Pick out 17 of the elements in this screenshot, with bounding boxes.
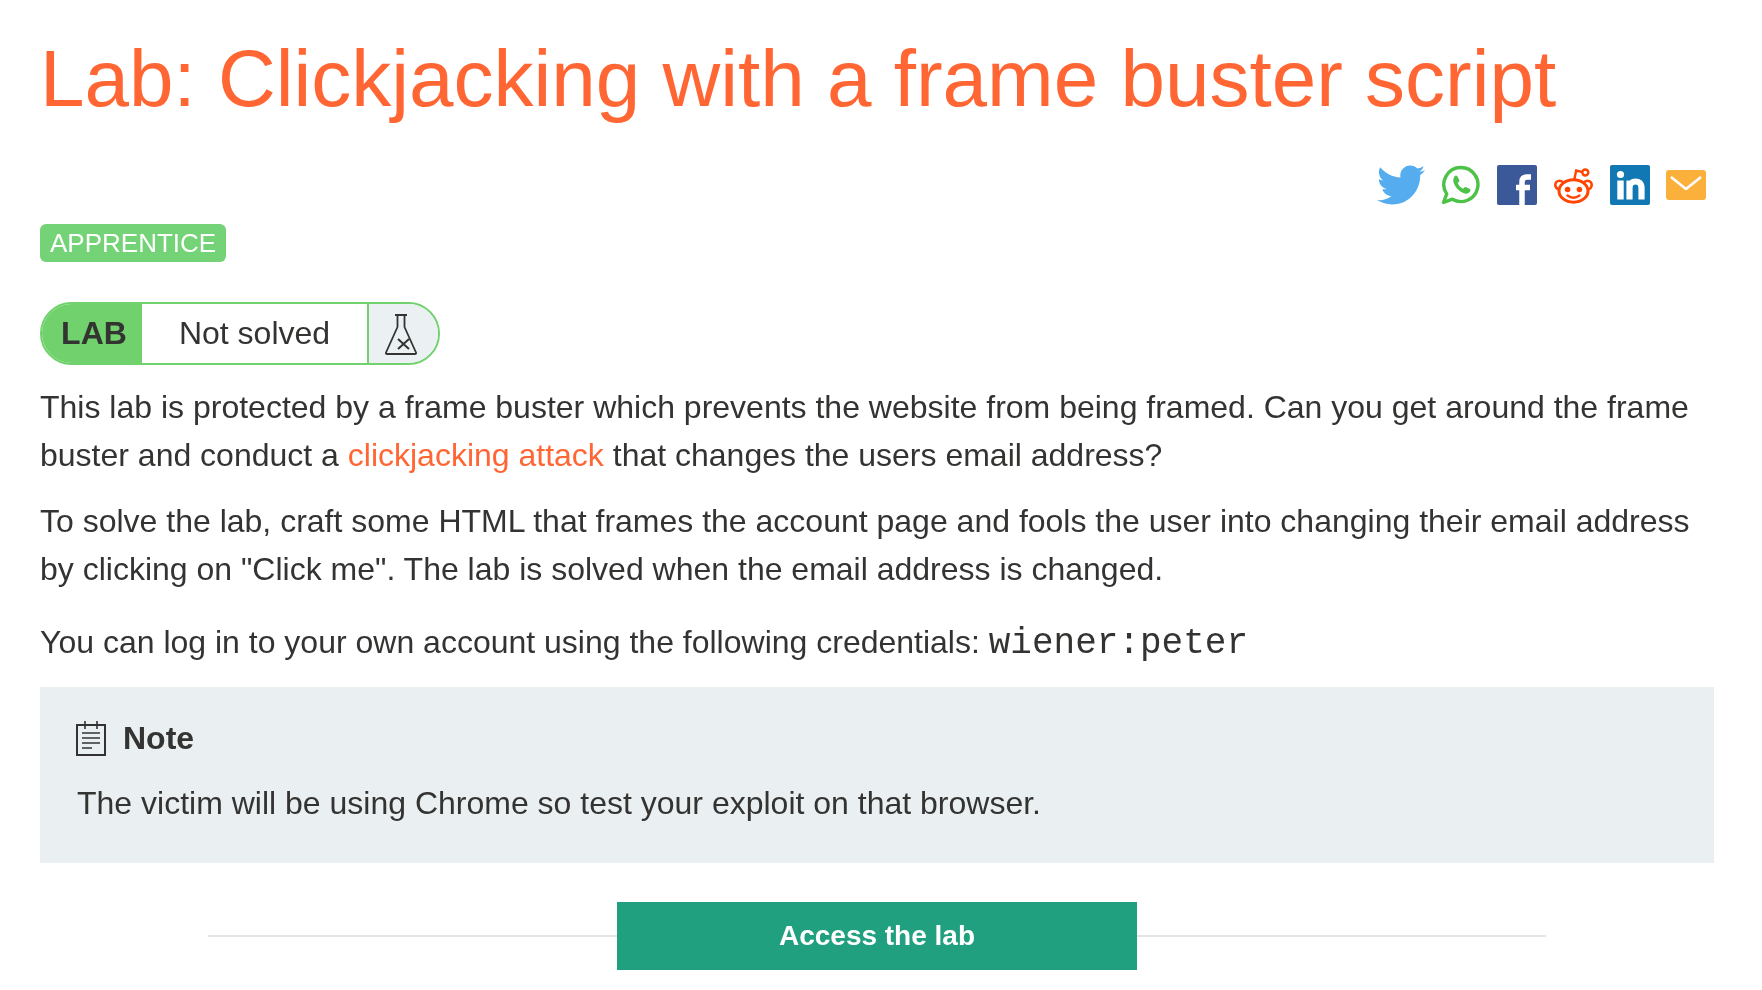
envelope-icon[interactable] (1666, 170, 1706, 200)
page-title: Lab: Clickjacking with a frame buster script (40, 34, 1558, 124)
lab-label: LAB (42, 304, 142, 363)
level-badge: APPRENTICE (40, 224, 227, 262)
instructions-paragraph: To solve the lab, craft some HTML that frames the account page and fools the user into changing their email address by clicking on "Click me". The lab is solved when the email address is changed. (40, 502, 1691, 589)
clickjacking-link[interactable]: clickjacking attack (347, 437, 604, 473)
alien-face-icon[interactable] (1553, 165, 1594, 205)
notepad-icon (76, 720, 106, 756)
note-text: The victim will be using Chrome so test your exploit on that browser. (77, 784, 1042, 823)
credentials-paragraph: You can log in to your own account using the following credentials: wiener:peter (40, 622, 1249, 666)
f-logo-icon[interactable] (1497, 165, 1537, 205)
bird-icon[interactable] (1377, 165, 1425, 205)
intro-paragraph: This lab is protected by a frame buster which prevents the website from being framed. Can you get around the frame buster and conduct a clickjacking attack that changes the users email address? (40, 388, 1690, 475)
access-lab-button[interactable]: Access the lab (617, 902, 1137, 970)
phone-bubble-icon[interactable] (1441, 165, 1481, 205)
note-title: Note (123, 720, 195, 756)
in-logo-icon[interactable] (1610, 165, 1650, 205)
